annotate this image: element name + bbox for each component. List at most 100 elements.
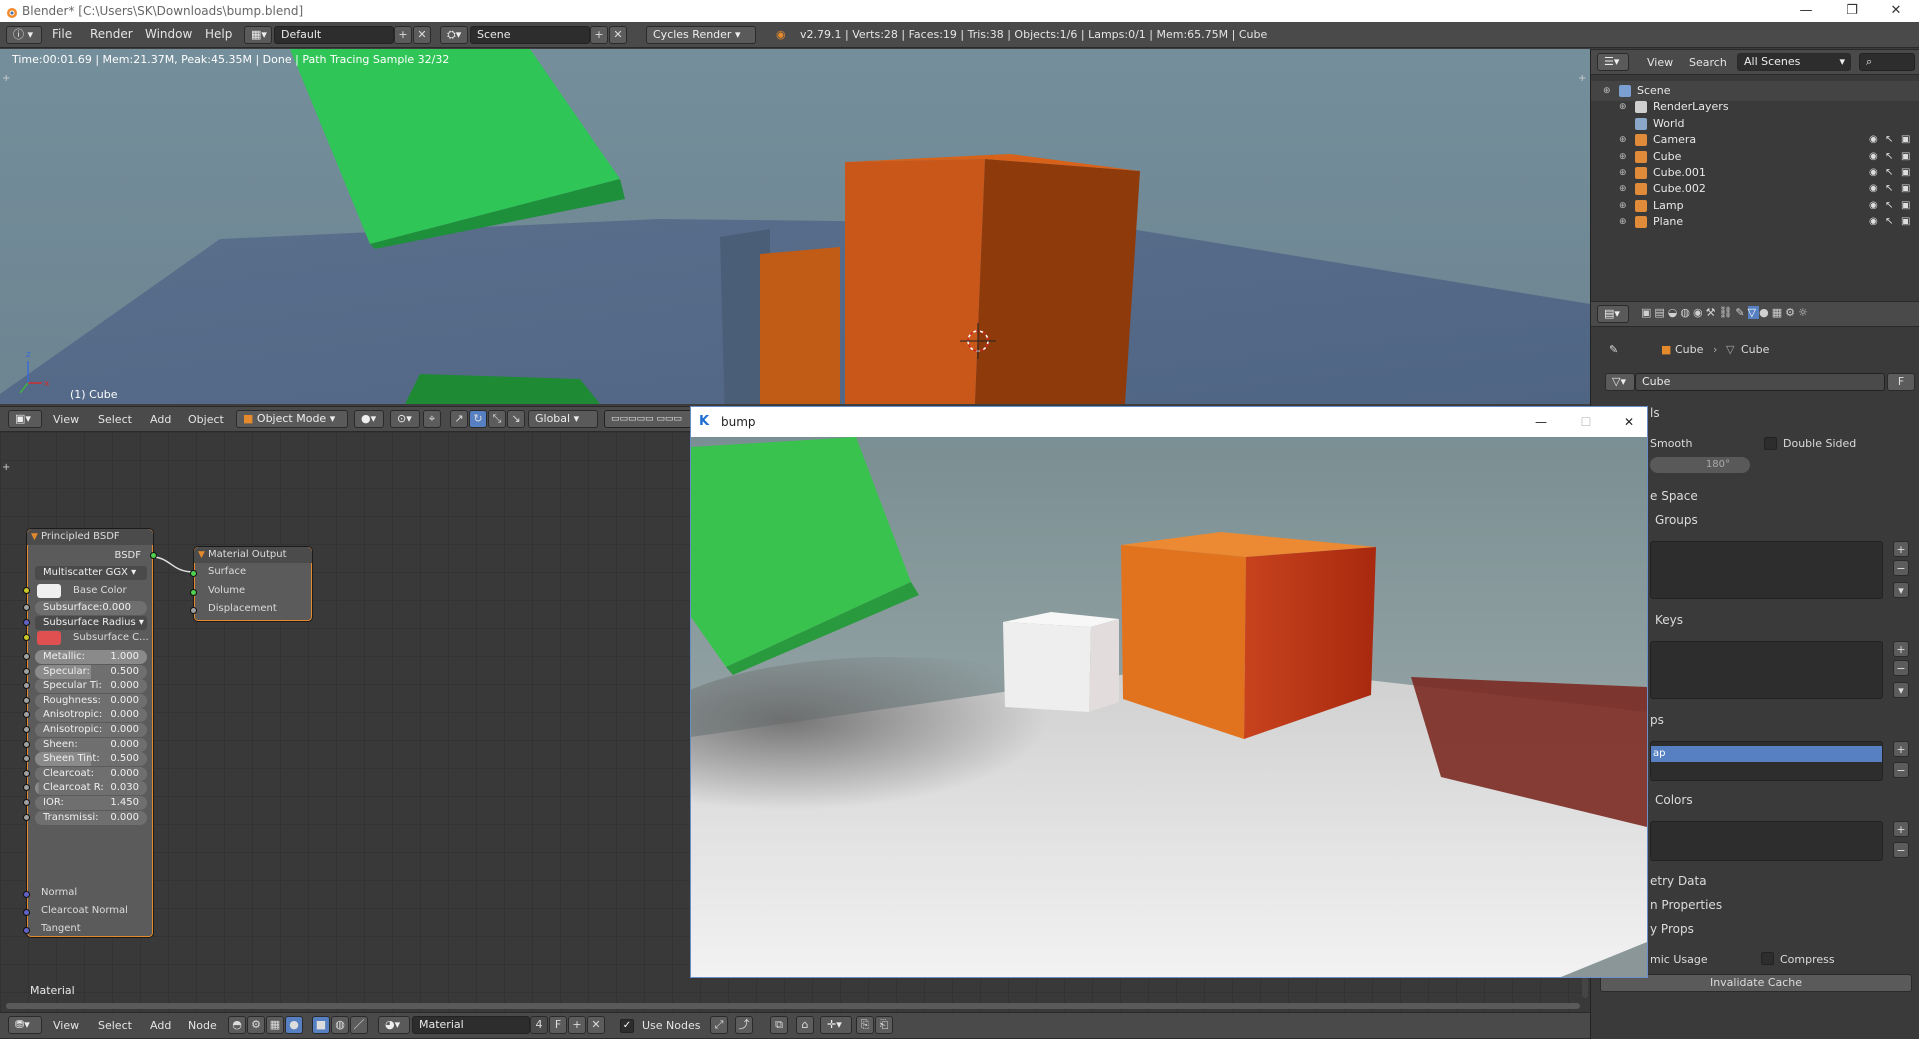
mesh-name-field[interactable]: Cube xyxy=(1635,373,1885,391)
uv-maps-heading[interactable]: ps xyxy=(1650,713,1664,727)
object-shader-button[interactable]: ■ xyxy=(312,1016,330,1034)
outliner-item[interactable]: ⊕ Plane ◉ ↖ ▣ xyxy=(1591,212,1919,232)
distribution-select[interactable]: Multiscatter GGX ▾ xyxy=(35,566,147,580)
render-engine-select[interactable]: Cycles Render ▾ xyxy=(646,26,756,44)
param-slider[interactable]: Specular: 0.500 xyxy=(35,664,147,679)
node-menu-node[interactable]: Node xyxy=(188,1019,217,1032)
param-slider[interactable]: Transmissi: 0.000 xyxy=(35,810,147,825)
viewport-menu-select[interactable]: Select xyxy=(98,413,132,426)
region-toggle-right[interactable]: + xyxy=(1578,73,1586,84)
close-button[interactable]: ✕ xyxy=(1873,0,1919,22)
param-socket[interactable] xyxy=(23,755,30,763)
param-socket[interactable] xyxy=(23,667,30,675)
scene-remove-button[interactable]: ✕ xyxy=(609,26,627,44)
scene-field[interactable]: Scene xyxy=(470,26,590,44)
copy-nodes-button[interactable]: ⧉ xyxy=(770,1016,788,1034)
param-slider[interactable]: IOR: 1.450 xyxy=(35,796,147,810)
subsurface-field[interactable]: Subsurface:0.000 xyxy=(35,601,147,615)
cycles-settings-heading[interactable]: y Props xyxy=(1650,922,1694,936)
param-socket[interactable] xyxy=(23,784,30,792)
shape-key-remove-button[interactable]: − xyxy=(1893,660,1909,676)
outliner-menu-view[interactable]: View xyxy=(1647,56,1673,69)
tangent-socket[interactable] xyxy=(23,927,30,934)
principled-bsdf-node[interactable]: ▼ Principled BSDF BSDF Multiscatter GGX … xyxy=(23,528,157,938)
snap-element-select[interactable]: ✛▾ xyxy=(820,1016,852,1034)
layout-add-button[interactable]: + xyxy=(394,26,412,44)
outliner-menu-search[interactable]: Search xyxy=(1689,56,1727,69)
rotate-manipulator[interactable]: ↻ xyxy=(469,410,487,428)
clearcoat-normal-socket[interactable] xyxy=(23,909,30,916)
vertex-colors-list[interactable] xyxy=(1650,821,1883,861)
param-socket[interactable] xyxy=(23,696,30,704)
viewport-menu-add[interactable]: Add xyxy=(150,413,171,426)
material-browse-select[interactable]: ◕▾ xyxy=(378,1016,410,1034)
normals-panel-heading[interactable]: ls xyxy=(1650,406,1660,420)
compress-checkbox[interactable] xyxy=(1761,952,1774,965)
param-slider[interactable]: Clearcoat R: 0.030 xyxy=(35,781,147,796)
subsurface-radius-select[interactable]: Subsurface Radius ▾ xyxy=(35,616,147,630)
clipboard-paste-button[interactable]: ⎗ xyxy=(875,1016,893,1034)
uv-map-item[interactable]: ap xyxy=(1651,746,1882,762)
node-menu-view[interactable]: View xyxy=(53,1019,79,1032)
paste-nodes-button[interactable]: ⌂ xyxy=(796,1016,814,1034)
menu-window[interactable]: Window xyxy=(145,27,192,41)
restore-button[interactable]: ❐ xyxy=(1829,0,1875,22)
pivot-select[interactable]: ⊙▾ xyxy=(390,410,420,428)
render-minimize-button[interactable]: — xyxy=(1526,407,1556,437)
auto-smooth-angle-field[interactable]: 180° xyxy=(1650,457,1750,473)
viewport-menu-view[interactable]: View xyxy=(53,413,79,426)
menu-help[interactable]: Help xyxy=(205,27,232,41)
layout-type-icon[interactable]: ▦▾ xyxy=(244,26,272,44)
param-slider[interactable]: Specular Ti: 0.000 xyxy=(35,679,147,694)
shape-keys-list[interactable] xyxy=(1650,641,1883,699)
vertex-group-menu-button[interactable]: ▾ xyxy=(1893,582,1909,598)
scene-add-button[interactable]: + xyxy=(590,26,608,44)
uv-map-add-button[interactable]: + xyxy=(1893,741,1909,757)
viewport-menu-object[interactable]: Object xyxy=(188,413,224,426)
editor-type-info[interactable]: ⓘ ▾ xyxy=(6,26,42,44)
custom-properties-heading[interactable]: n Properties xyxy=(1650,898,1722,912)
double-sided-checkbox[interactable] xyxy=(1764,437,1777,450)
mesh-browse-select[interactable]: ▽▾ xyxy=(1605,373,1635,391)
subsurface-color-swatch[interactable] xyxy=(37,631,61,645)
object-mode-select[interactable]: ■ Object Mode ▾ xyxy=(236,410,348,428)
material-users-count[interactable]: 4 xyxy=(530,1016,548,1034)
subsurface-color-socket[interactable] xyxy=(23,634,30,641)
vertex-group-remove-button[interactable]: − xyxy=(1893,560,1909,576)
menu-render[interactable]: Render xyxy=(90,27,133,41)
pin-icon[interactable]: ✎ xyxy=(1609,343,1618,356)
render-window[interactable]: K bump — ☐ ✕ xyxy=(690,406,1648,978)
param-slider[interactable]: Roughness: 0.000 xyxy=(35,693,147,708)
param-socket[interactable] xyxy=(23,769,30,777)
node-tree-compositor-button[interactable]: ⚙ xyxy=(247,1016,265,1034)
cursor-icon[interactable]: ↖ xyxy=(1885,212,1893,232)
layout-remove-button[interactable]: ✕ xyxy=(413,26,431,44)
vertex-group-add-button[interactable]: + xyxy=(1893,541,1909,557)
material-add-button[interactable]: + xyxy=(568,1016,586,1034)
layout-field[interactable]: Default xyxy=(274,26,394,44)
vertex-groups-list[interactable] xyxy=(1650,541,1883,599)
render-window-titlebar[interactable]: K bump — ☐ ✕ xyxy=(691,407,1647,437)
param-slider[interactable]: Sheen: 0.000 xyxy=(35,737,147,752)
subsurface-socket[interactable] xyxy=(23,604,30,611)
node-menu-select[interactable]: Select xyxy=(98,1019,132,1032)
expand-icon[interactable]: ⊕ xyxy=(1619,212,1627,232)
region-toggle-left[interactable]: + xyxy=(2,73,10,84)
vertex-colors-heading[interactable]: Colors xyxy=(1655,793,1693,807)
shape-key-add-button[interactable]: + xyxy=(1893,641,1909,657)
layer-buttons[interactable]: ▭▭▭▭▭ ▭▭▭ xyxy=(604,410,694,428)
param-socket[interactable] xyxy=(23,711,30,719)
node-tree-texture-button[interactable]: ▦ xyxy=(266,1016,284,1034)
shading-select[interactable]: ●▾ xyxy=(354,410,384,428)
editor-type-node[interactable]: ⛃▾ xyxy=(8,1016,42,1034)
param-slider[interactable]: Clearcoat: 0.000 xyxy=(35,766,147,781)
snap-manipulator[interactable]: ↘ xyxy=(507,410,525,428)
subsurface-radius-socket[interactable] xyxy=(23,619,30,626)
region-toggle-node[interactable]: + xyxy=(2,462,10,473)
material-output-node[interactable]: ▼ Material Output Surface Volume Displac… xyxy=(190,546,313,622)
mesh-fake-user-button[interactable]: F xyxy=(1887,373,1915,391)
menu-file[interactable]: File xyxy=(52,27,72,41)
use-nodes-checkbox[interactable]: ✓ xyxy=(620,1019,634,1033)
horizontal-scrollbar[interactable] xyxy=(6,1003,1580,1009)
bsdf-output-socket[interactable] xyxy=(150,552,157,559)
